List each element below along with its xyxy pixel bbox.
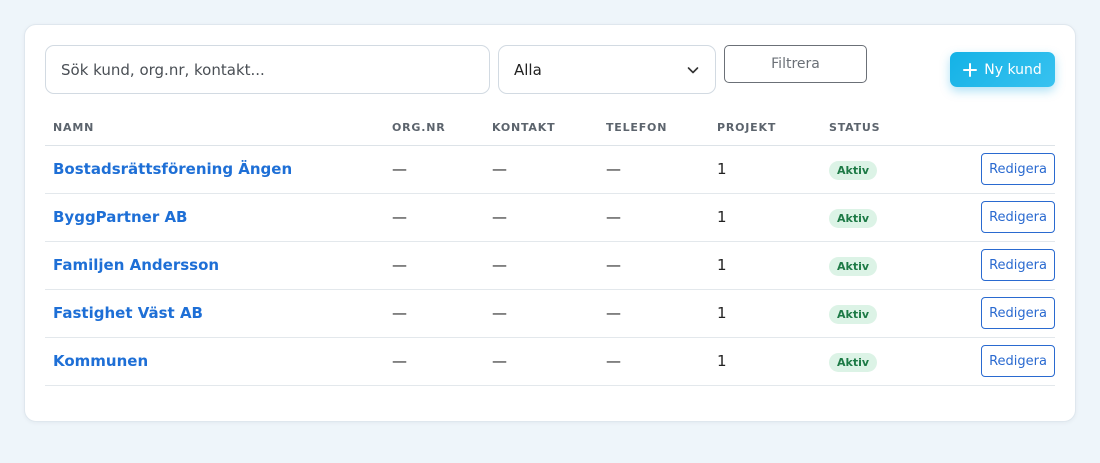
plus-icon (963, 62, 978, 77)
edit-button[interactable]: Redigera (981, 201, 1055, 233)
projects-cell: 1 (709, 241, 821, 290)
customer-table: NAMN ORG.NR KONTAKT TELEFON PROJEKT STAT… (45, 111, 1055, 386)
projects-cell: 1 (709, 289, 821, 338)
filter-button[interactable]: Filtrera (724, 45, 867, 83)
status-badge: Aktiv (829, 209, 878, 228)
org-nr-cell: — (384, 193, 484, 242)
org-nr-cell: — (384, 289, 484, 338)
contact-cell: — (484, 145, 598, 194)
chevron-down-icon (687, 66, 699, 73)
contact-cell: — (484, 337, 598, 386)
table-row: Bostadsrättsförening Ängen — — — 1 Aktiv… (45, 145, 1055, 194)
org-nr-cell: — (384, 241, 484, 290)
status-badge: Aktiv (829, 353, 878, 372)
table-row: Familjen Andersson — — — 1 Aktiv Rediger… (45, 241, 1055, 290)
projects-cell: 1 (709, 193, 821, 242)
phone-cell: — (598, 241, 709, 290)
contact-cell: — (484, 241, 598, 290)
customer-name-link[interactable]: Bostadsrättsförening Ängen (53, 160, 292, 178)
status-select[interactable]: Alla (498, 45, 716, 94)
customer-name-link[interactable]: ByggPartner AB (53, 208, 187, 226)
customer-list-card: Alla Filtrera Ny kund NAMN ORG.NR KONTAK… (24, 24, 1076, 422)
org-nr-cell: — (384, 337, 484, 386)
customer-name-link[interactable]: Kommunen (53, 352, 148, 370)
search-input[interactable] (45, 45, 490, 94)
contact-cell: — (484, 193, 598, 242)
column-header-status: STATUS (821, 111, 931, 146)
status-badge: Aktiv (829, 257, 878, 276)
customer-name-link[interactable]: Fastighet Väst AB (53, 304, 203, 322)
phone-cell: — (598, 337, 709, 386)
status-badge: Aktiv (829, 161, 878, 180)
table-row: ByggPartner AB — — — 1 Aktiv Redigera (45, 193, 1055, 242)
column-header-phone: TELEFON (598, 111, 709, 146)
column-header-projects: PROJEKT (709, 111, 821, 146)
column-header-contact: KONTAKT (484, 111, 598, 146)
column-header-actions (931, 111, 1055, 146)
edit-button[interactable]: Redigera (981, 249, 1055, 281)
edit-button[interactable]: Redigera (981, 345, 1055, 377)
edit-button[interactable]: Redigera (981, 297, 1055, 329)
phone-cell: — (598, 145, 709, 194)
new-customer-label: Ny kund (984, 61, 1042, 78)
status-select-value: Alla (514, 60, 542, 79)
projects-cell: 1 (709, 337, 821, 386)
phone-cell: — (598, 193, 709, 242)
table-header-row: NAMN ORG.NR KONTAKT TELEFON PROJEKT STAT… (45, 111, 1055, 146)
column-header-org-nr: ORG.NR (384, 111, 484, 146)
table-row: Fastighet Väst AB — — — 1 Aktiv Redigera (45, 289, 1055, 338)
status-badge: Aktiv (829, 305, 878, 324)
contact-cell: — (484, 289, 598, 338)
phone-cell: — (598, 289, 709, 338)
org-nr-cell: — (384, 145, 484, 194)
projects-cell: 1 (709, 145, 821, 194)
toolbar: Alla Filtrera Ny kund (25, 25, 1075, 105)
column-header-name: NAMN (45, 111, 384, 146)
table-row: Kommunen — — — 1 Aktiv Redigera (45, 337, 1055, 386)
edit-button[interactable]: Redigera (981, 153, 1055, 185)
new-customer-button[interactable]: Ny kund (950, 52, 1055, 87)
customer-name-link[interactable]: Familjen Andersson (53, 256, 219, 274)
